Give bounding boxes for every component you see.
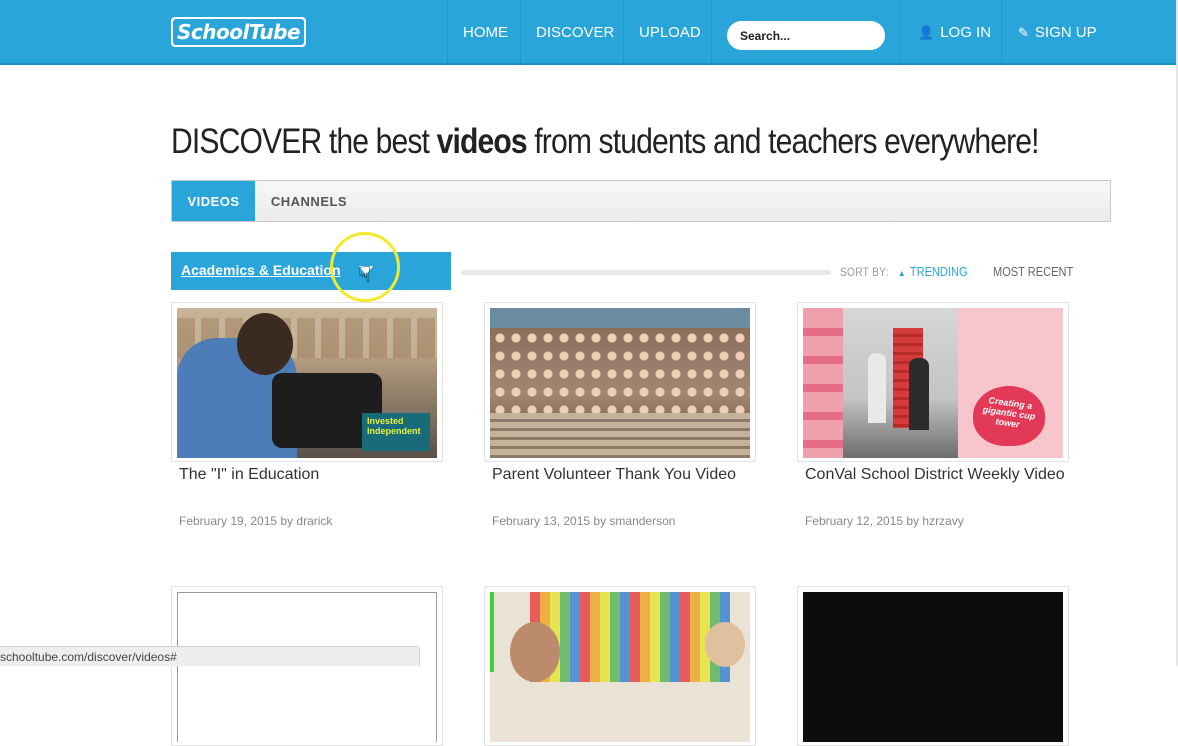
nav-home-link[interactable]: HOME [463,0,508,65]
title-part2: from students and teachers everywhere! [526,122,1039,161]
search-input[interactable] [727,21,885,50]
nav-divider [711,0,712,65]
nav-divider [1001,0,1002,65]
sort-trending-link[interactable]: ▲ TRENDING [898,264,968,279]
thumb-paper-hearts-wall [530,592,730,682]
video-thumbnail-frame[interactable] [484,586,756,746]
nav-signup-link[interactable]: ✎ SIGN UP [1018,0,1097,65]
thumb-hearts-column [803,308,843,458]
status-url: schooltube.com/discover/videos# [0,650,177,664]
thumb-student [868,353,886,423]
video-thumbnail-frame[interactable] [797,586,1069,746]
nav-divider [623,0,624,65]
nav-upload-link[interactable]: UPLOAD [639,0,701,65]
top-navbar: SchoolTube HOME DISCOVER UPLOAD 👤 LOG IN… [0,0,1178,65]
thumb-edge [490,592,494,672]
video-title[interactable]: The "I" in Education [179,466,319,484]
video-thumbnail[interactable] [803,592,1063,742]
tab-channels[interactable]: CHANNELS [255,181,363,221]
video-thumbnail-frame[interactable] [171,586,443,746]
video-meta: February 13, 2015 by smanderson [492,514,676,528]
video-thumbnail-frame[interactable]: Creating a gigantic cup tower [797,302,1069,462]
nav-divider [900,0,901,65]
logo-frame: SchoolTube [173,19,304,45]
tab-videos[interactable]: VIDEOS [172,181,255,221]
video-thumbnail[interactable] [490,308,750,458]
thumb-student [705,622,745,667]
video-thumbnail-frame[interactable] [484,302,756,462]
logo-text: SchoolTube [176,20,301,44]
video-thumbnail[interactable] [177,592,437,742]
video-thumbnail[interactable]: Invested Independent [177,308,437,458]
video-thumbnail[interactable] [490,592,750,742]
category-dropdown[interactable]: Academics & Education [171,252,451,290]
triangle-up-icon: ▲ [898,268,906,278]
pencil-icon: ✎ [1018,24,1029,40]
video-meta: February 12, 2015 by hzrzavy [805,514,964,528]
discover-tabs: VIDEOS CHANNELS [171,180,1111,222]
thumb-stairs [490,413,750,458]
sort-trending-label: TRENDING [909,264,968,279]
page-title: DISCOVER the best videos from students a… [171,122,1040,162]
nav-divider [447,0,448,65]
user-icon: 👤 [918,24,935,40]
signup-label: SIGN UP [1034,24,1097,41]
video-thumbnail[interactable]: Creating a gigantic cup tower [803,308,1063,458]
nav-login-link[interactable]: 👤 LOG IN [918,0,991,65]
thumb-student [909,358,929,430]
schooltube-logo[interactable]: SchoolTube [171,17,306,47]
category-label[interactable]: Academics & Education [181,262,341,278]
title-bold: videos [436,122,528,161]
video-title[interactable]: ConVal School District Weekly Video [805,466,1065,484]
sort-most-recent-link[interactable]: MOST RECENT [993,264,1073,279]
thumb-student [510,622,560,682]
video-thumbnail-frame[interactable]: Invested Independent [171,302,443,462]
thumb-head [237,313,293,375]
hand-cursor-icon: ☟ [358,262,372,287]
browser-status-bar: schooltube.com/discover/videos# [0,646,420,666]
sort-divider [461,270,831,275]
video-title[interactable]: Parent Volunteer Thank You Video [492,466,736,484]
video-meta: February 19, 2015 by drarick [179,514,333,528]
nav-discover-link[interactable]: DISCOVER [536,0,614,65]
login-label: LOG IN [940,24,992,41]
nav-divider [520,0,521,65]
sort-by-label: SORT BY: [840,265,889,279]
title-part1: DISCOVER the best [171,122,437,161]
thumb-overlay-text: Invested Independent [367,416,421,436]
